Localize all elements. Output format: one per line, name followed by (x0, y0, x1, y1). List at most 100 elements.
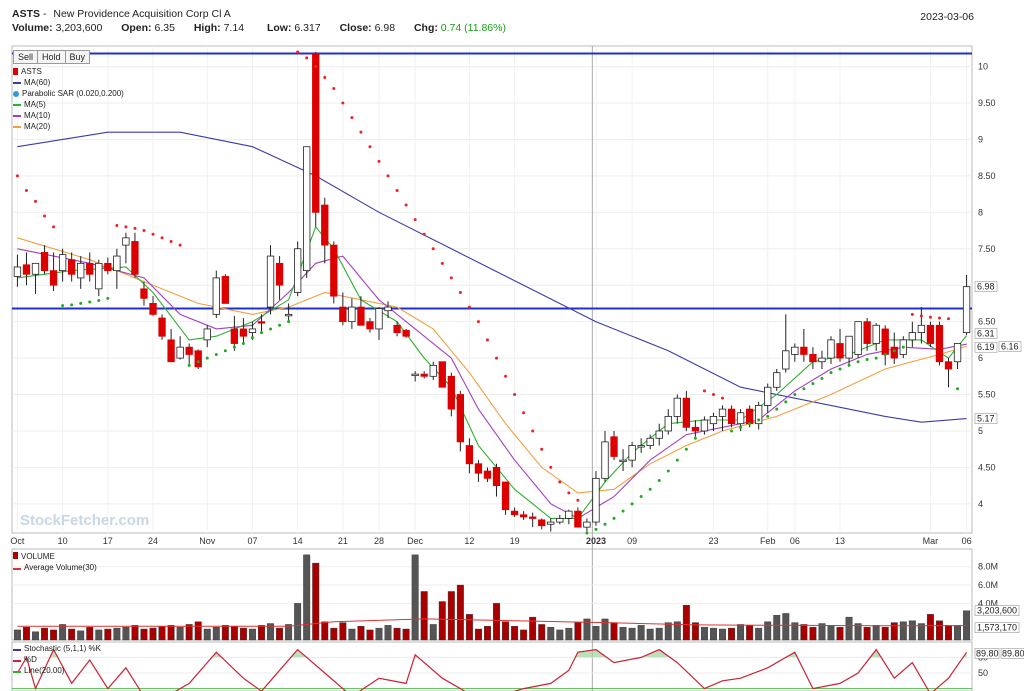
candle-up (293, 248, 302, 293)
candle-down (465, 445, 474, 465)
candle-down (22, 264, 31, 275)
candle-down (104, 262, 112, 272)
volume-bar (212, 626, 220, 641)
legend-symbol: ASTS (13, 66, 124, 77)
sar-dot (666, 469, 670, 473)
candle-down (890, 346, 898, 359)
stochastic-value-label: 89.80 (1002, 648, 1024, 658)
sar-dot (458, 291, 462, 294)
volume-bar (230, 626, 238, 641)
candle-up (266, 255, 275, 308)
sar-dot (793, 393, 797, 397)
volume-bar (68, 628, 76, 641)
candle-down (158, 317, 166, 337)
volume-bar (574, 622, 582, 641)
candle-up (31, 262, 40, 275)
volume-bar (619, 626, 627, 641)
sar-dot (540, 447, 544, 451)
price-tick-label: 4 (978, 499, 983, 509)
price-tick-label: 10 (978, 62, 988, 72)
sar-dot (440, 261, 444, 265)
sar-dot (838, 367, 842, 371)
candle-down (185, 346, 193, 355)
volume-bar (167, 625, 175, 641)
sar-dot (603, 522, 607, 526)
volume-bar (113, 627, 121, 641)
sar-dot (296, 50, 300, 54)
volume-bar (312, 562, 320, 641)
x-tick-label: 17 (103, 536, 113, 546)
tab-buy[interactable]: Buy (64, 50, 91, 64)
sar-dot (160, 236, 164, 240)
legend-ma60: MA(60) (13, 77, 124, 88)
candle-down (167, 339, 175, 363)
candle-up (565, 510, 573, 519)
candle-down (230, 328, 239, 344)
volume-bar (890, 622, 898, 641)
candle-down (257, 321, 266, 324)
stock-chart: 109.5098.5087.5076.5065.5054.504Oct10172… (10, 45, 1024, 691)
candle-down (691, 426, 700, 432)
sar-dot (250, 336, 254, 340)
candle-down (501, 481, 510, 511)
volume-bar (881, 626, 889, 641)
volume-bar (294, 603, 302, 641)
price-legend: ASTS MA(60) Parabolic SAR (0.020,0.200) … (13, 66, 124, 132)
candle-up (782, 350, 790, 370)
tab-sell[interactable]: Sell (13, 50, 39, 64)
volume-bar (637, 625, 645, 641)
sar-dot (585, 531, 589, 535)
volume-bar (375, 627, 383, 641)
sar-dot (775, 407, 779, 411)
volume-bar (258, 625, 265, 641)
sar-dot (639, 495, 643, 499)
sar-dot (594, 527, 598, 531)
sar-dot (495, 356, 499, 360)
sar-dot (504, 374, 508, 378)
volume-value-label: 1,573,170 (977, 623, 1017, 633)
sar-dot (513, 393, 517, 397)
x-tick-label: Nov (199, 536, 216, 546)
candle-down (366, 321, 374, 330)
tab-hold[interactable]: Hold (37, 50, 66, 64)
sar-dot (630, 502, 634, 506)
price-tick-label: 8 (978, 207, 983, 217)
volume-bar (447, 591, 455, 641)
sar-dot (811, 382, 815, 386)
sar-dot (739, 425, 743, 429)
candle-up (429, 364, 437, 377)
sar-dot (675, 458, 679, 462)
sar-dot (702, 389, 706, 393)
x-tick-label: Feb (760, 536, 776, 546)
candle-down (727, 408, 736, 425)
sar-dot (332, 86, 336, 90)
sar-dot (485, 338, 489, 342)
volume-bar (682, 605, 690, 641)
volume-tick-label: 8.0M (978, 562, 998, 572)
candle-up (411, 373, 419, 377)
volume-bar (908, 620, 916, 641)
candle-up (827, 339, 835, 359)
sar-dot (766, 414, 770, 418)
candle-up (736, 412, 745, 425)
x-tick-label: 09 (627, 536, 637, 546)
sar-dot (567, 491, 571, 495)
sar-dot (305, 56, 309, 60)
candle-up (601, 441, 609, 479)
volume-bar (872, 625, 880, 641)
candle-down (149, 303, 157, 315)
sar-dot (802, 387, 806, 391)
sar-dot (386, 174, 390, 178)
volume-bar (221, 625, 229, 641)
sar-dot (648, 487, 652, 491)
sar-dot (187, 363, 191, 367)
sar-dot (558, 480, 562, 484)
candle-up (384, 306, 392, 312)
x-tick-label: 12 (464, 536, 474, 546)
candle-down (538, 519, 546, 527)
volume-bar (800, 624, 808, 641)
candle-down (40, 252, 49, 272)
volume-bar (936, 620, 943, 641)
candle-down (393, 324, 401, 333)
volume-tick-label: 6.0M (978, 580, 998, 590)
